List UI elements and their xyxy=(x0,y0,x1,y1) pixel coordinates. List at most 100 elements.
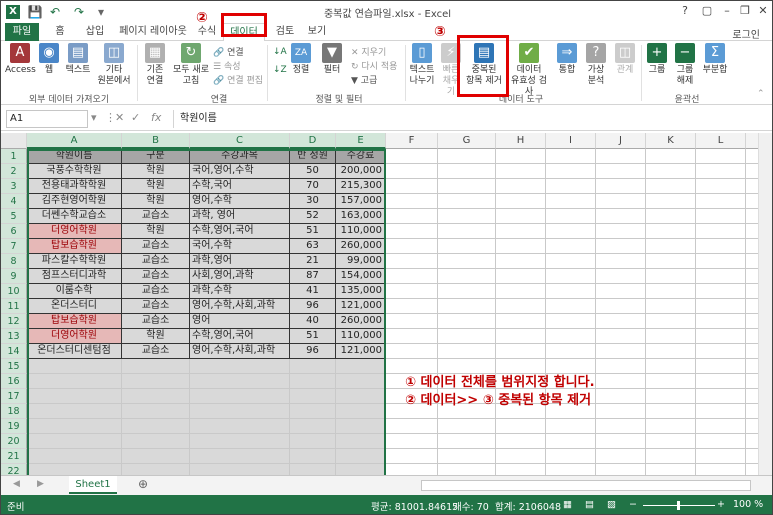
empty-cell[interactable] xyxy=(122,404,190,419)
empty-cell[interactable] xyxy=(546,194,596,209)
empty-cell[interactable] xyxy=(438,224,496,239)
empty-cell[interactable] xyxy=(336,359,386,374)
empty-cell[interactable] xyxy=(696,284,746,299)
column-header-b[interactable]: B xyxy=(122,133,190,149)
empty-cell[interactable] xyxy=(546,344,596,359)
refresh-all-button[interactable]: ↻ 모두 새로 고침 xyxy=(171,43,211,87)
empty-cell[interactable] xyxy=(496,434,546,449)
table-cell[interactable]: 파스칼수학학원 xyxy=(27,254,122,269)
row-header[interactable]: 14 xyxy=(1,344,27,359)
select-all-corner[interactable] xyxy=(1,133,27,149)
empty-cell[interactable] xyxy=(646,389,696,404)
empty-cell[interactable] xyxy=(496,284,546,299)
page-layout-view-icon[interactable]: ▤ xyxy=(585,499,594,510)
empty-cell[interactable] xyxy=(438,239,496,254)
table-cell[interactable]: 52 xyxy=(290,209,336,224)
empty-cell[interactable] xyxy=(596,404,646,419)
empty-cell[interactable] xyxy=(496,239,546,254)
group-button[interactable]: + 그룹 xyxy=(645,43,669,76)
empty-cell[interactable] xyxy=(386,254,438,269)
table-cell[interactable]: 260,000 xyxy=(336,314,386,329)
table-cell[interactable]: 교습소 xyxy=(122,209,190,224)
empty-cell[interactable] xyxy=(546,434,596,449)
row-header[interactable]: 17 xyxy=(1,389,27,404)
row-header[interactable]: 8 xyxy=(1,254,27,269)
empty-cell[interactable] xyxy=(546,314,596,329)
table-header-cell[interactable]: 수강료 xyxy=(336,149,386,164)
what-if-button[interactable]: ? 가상 분석 xyxy=(581,43,611,87)
empty-cell[interactable] xyxy=(438,419,496,434)
table-cell[interactable]: 온더스터디센텀점 xyxy=(27,344,122,359)
empty-cell[interactable] xyxy=(386,464,438,475)
empty-cell[interactable] xyxy=(27,449,122,464)
table-cell[interactable]: 과학, 영어 xyxy=(190,209,290,224)
empty-cell[interactable] xyxy=(596,344,646,359)
empty-cell[interactable] xyxy=(696,389,746,404)
ribbon-options-icon[interactable]: ▢ xyxy=(698,3,716,19)
empty-cell[interactable] xyxy=(646,329,696,344)
empty-cell[interactable] xyxy=(386,164,438,179)
empty-cell[interactable] xyxy=(646,194,696,209)
sheet-tab-sheet1[interactable]: Sheet1 xyxy=(69,476,117,494)
empty-cell[interactable] xyxy=(496,449,546,464)
empty-cell[interactable] xyxy=(696,314,746,329)
empty-cell[interactable] xyxy=(496,164,546,179)
existing-connections-button[interactable]: ▦ 기존 연결 xyxy=(141,43,169,87)
empty-cell[interactable] xyxy=(696,359,746,374)
empty-cell[interactable] xyxy=(496,194,546,209)
login-link[interactable]: 로그인 xyxy=(732,26,760,41)
empty-cell[interactable] xyxy=(696,224,746,239)
table-cell[interactable]: 교습소 xyxy=(122,269,190,284)
empty-cell[interactable] xyxy=(596,434,646,449)
row-header[interactable]: 22 xyxy=(1,464,27,475)
sort-az-icon[interactable]: ↓A xyxy=(273,47,287,57)
empty-cell[interactable] xyxy=(190,419,290,434)
empty-cell[interactable] xyxy=(496,464,546,475)
table-cell[interactable]: 교습소 xyxy=(122,284,190,299)
table-cell[interactable]: 70 xyxy=(290,179,336,194)
column-header-j[interactable]: J xyxy=(596,133,646,149)
table-cell[interactable]: 과학,영어 xyxy=(190,254,290,269)
empty-cell[interactable] xyxy=(438,269,496,284)
table-cell[interactable]: 교습소 xyxy=(122,299,190,314)
empty-cell[interactable] xyxy=(336,449,386,464)
empty-cell[interactable] xyxy=(546,224,596,239)
empty-cell[interactable] xyxy=(336,374,386,389)
empty-cell[interactable] xyxy=(646,359,696,374)
table-cell[interactable]: 135,000 xyxy=(336,284,386,299)
empty-cell[interactable] xyxy=(122,374,190,389)
table-cell[interactable]: 학원 xyxy=(122,329,190,344)
empty-cell[interactable] xyxy=(190,374,290,389)
empty-cell[interactable] xyxy=(696,434,746,449)
empty-cell[interactable] xyxy=(122,434,190,449)
empty-cell[interactable] xyxy=(596,284,646,299)
empty-cell[interactable] xyxy=(596,194,646,209)
row-header[interactable]: 21 xyxy=(1,449,27,464)
empty-cell[interactable] xyxy=(696,344,746,359)
empty-cell[interactable] xyxy=(190,404,290,419)
empty-cell[interactable] xyxy=(646,224,696,239)
column-header-c[interactable]: C xyxy=(190,133,290,149)
column-header-d[interactable]: D xyxy=(290,133,336,149)
table-cell[interactable]: 이룸수학 xyxy=(27,284,122,299)
empty-cell[interactable] xyxy=(646,254,696,269)
empty-cell[interactable] xyxy=(596,359,646,374)
empty-cell[interactable] xyxy=(386,269,438,284)
empty-cell[interactable] xyxy=(696,329,746,344)
text-to-columns-button[interactable]: ▯ 텍스트 나누기 xyxy=(407,43,437,87)
empty-cell[interactable] xyxy=(646,344,696,359)
column-header-g[interactable]: G xyxy=(438,133,496,149)
empty-cell[interactable] xyxy=(27,419,122,434)
other-sources-button[interactable]: ◫ 기타 원본에서 xyxy=(95,43,133,87)
table-cell[interactable]: 전용태과학학원 xyxy=(27,179,122,194)
text-import-button[interactable]: ▤ 텍스트 xyxy=(63,43,93,76)
empty-cell[interactable] xyxy=(386,419,438,434)
horizontal-scrollbar[interactable] xyxy=(421,480,751,491)
table-cell[interactable]: 110,000 xyxy=(336,329,386,344)
table-cell[interactable]: 수학,영어,국어 xyxy=(190,224,290,239)
consolidate-button[interactable]: ⇒ 통합 xyxy=(553,43,581,76)
empty-cell[interactable] xyxy=(386,449,438,464)
table-header-cell[interactable]: 수강과목 xyxy=(190,149,290,164)
empty-cell[interactable] xyxy=(438,164,496,179)
table-header-cell[interactable]: 학원이름 xyxy=(27,149,122,164)
